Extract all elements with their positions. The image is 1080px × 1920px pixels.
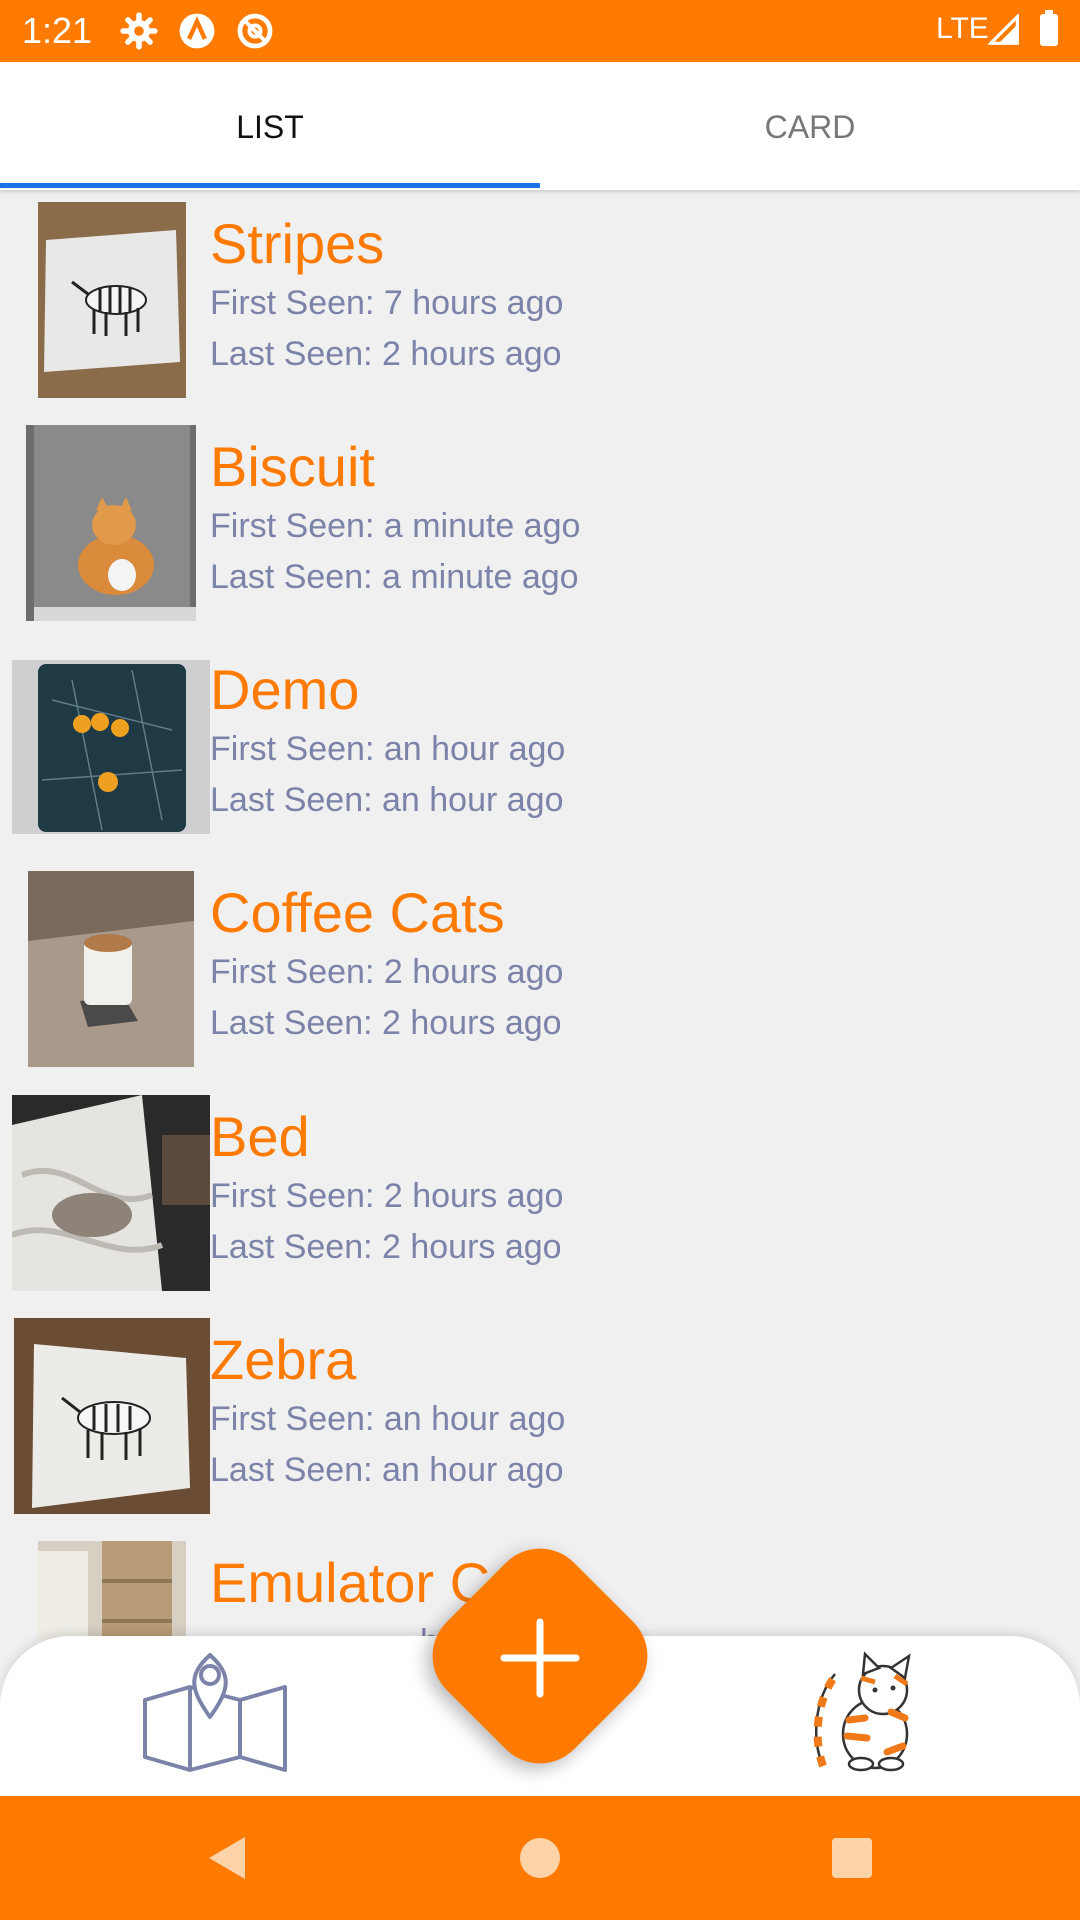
item-first-seen: First Seen: 7 hours ago bbox=[210, 284, 564, 322]
list-item[interactable]: Stripes First Seen: 7 hours ago Last See… bbox=[0, 190, 1080, 413]
item-text: Demo First Seen: an hour ago Last Seen: … bbox=[210, 656, 565, 826]
item-last-seen: Last Seen: an hour ago bbox=[210, 781, 564, 819]
status-bar: 1:21 LTE bbox=[0, 0, 1080, 62]
app-a-icon bbox=[179, 13, 215, 49]
item-title: Bed bbox=[210, 1105, 310, 1168]
list-item[interactable]: Biscuit First Seen: a minute ago Last Se… bbox=[0, 413, 1080, 636]
item-thumbnail bbox=[28, 871, 194, 1067]
list-item[interactable]: Zebra First Seen: an hour ago Last Seen:… bbox=[0, 1306, 1080, 1529]
item-first-seen: First Seen: 2 hours ago bbox=[210, 953, 564, 991]
item-first-seen: First Seen: an hour ago bbox=[210, 730, 566, 768]
item-thumbnail bbox=[38, 202, 186, 398]
tab-bar: LIST CARD bbox=[0, 62, 1080, 190]
item-last-seen: Last Seen: an hour ago bbox=[210, 1451, 564, 1489]
item-text: Coffee Cats First Seen: 2 hours ago Last… bbox=[210, 879, 563, 1049]
settings-icon bbox=[120, 12, 158, 50]
item-text: Zebra First Seen: an hour ago Last Seen:… bbox=[210, 1326, 565, 1496]
item-last-seen: Last Seen: 2 hours ago bbox=[210, 1004, 562, 1042]
add-icon bbox=[500, 1618, 580, 1698]
item-first-seen: First Seen: an hour ago bbox=[210, 1400, 566, 1438]
map-icon[interactable] bbox=[140, 1645, 290, 1775]
back-icon[interactable] bbox=[205, 1835, 249, 1881]
tab-list[interactable]: LIST bbox=[0, 62, 540, 190]
tab-indicator bbox=[0, 183, 540, 188]
signal-icon bbox=[988, 14, 1019, 45]
item-text: Biscuit First Seen: a minute ago Last Se… bbox=[210, 433, 580, 603]
item-title: Biscuit bbox=[210, 435, 375, 498]
item-first-seen: First Seen: 2 hours ago bbox=[210, 1177, 564, 1215]
list-item[interactable]: Bed First Seen: 2 hours ago Last Seen: 2… bbox=[0, 1083, 1080, 1306]
list-item[interactable]: Demo First Seen: an hour ago Last Seen: … bbox=[0, 636, 1080, 859]
item-thumbnail bbox=[26, 425, 196, 621]
item-title: Coffee Cats bbox=[210, 881, 505, 944]
status-time: 1:21 bbox=[22, 10, 93, 51]
list-item[interactable]: Coffee Cats First Seen: 2 hours ago Last… bbox=[0, 859, 1080, 1082]
battery-icon bbox=[1040, 10, 1058, 46]
cat-icon[interactable] bbox=[805, 1648, 930, 1773]
item-last-seen: Last Seen: a minute ago bbox=[210, 558, 579, 596]
item-title: Stripes bbox=[210, 212, 385, 275]
item-thumbnail bbox=[38, 1541, 186, 1640]
home-icon[interactable] bbox=[520, 1838, 560, 1878]
item-title: Demo bbox=[210, 658, 360, 721]
tab-card[interactable]: CARD bbox=[540, 62, 1080, 190]
item-text: Stripes First Seen: 7 hours ago Last See… bbox=[210, 210, 563, 380]
item-last-seen: Last Seen: 2 hours ago bbox=[210, 1228, 562, 1266]
item-thumbnail bbox=[14, 1318, 210, 1514]
item-last-seen: Last Seen: 2 hours ago bbox=[210, 335, 562, 373]
item-title: Zebra bbox=[210, 1328, 357, 1391]
item-text: Bed First Seen: 2 hours ago Last Seen: 2… bbox=[210, 1103, 563, 1273]
recents-icon[interactable] bbox=[832, 1838, 872, 1878]
item-thumbnail bbox=[12, 660, 210, 834]
network-type: LTE bbox=[936, 12, 989, 45]
cat-list: Stripes First Seen: 7 hours ago Last See… bbox=[0, 190, 1080, 1640]
app-at-icon bbox=[237, 13, 273, 49]
item-first-seen: First Seen: a minute ago bbox=[210, 507, 581, 545]
item-thumbnail bbox=[12, 1095, 210, 1291]
